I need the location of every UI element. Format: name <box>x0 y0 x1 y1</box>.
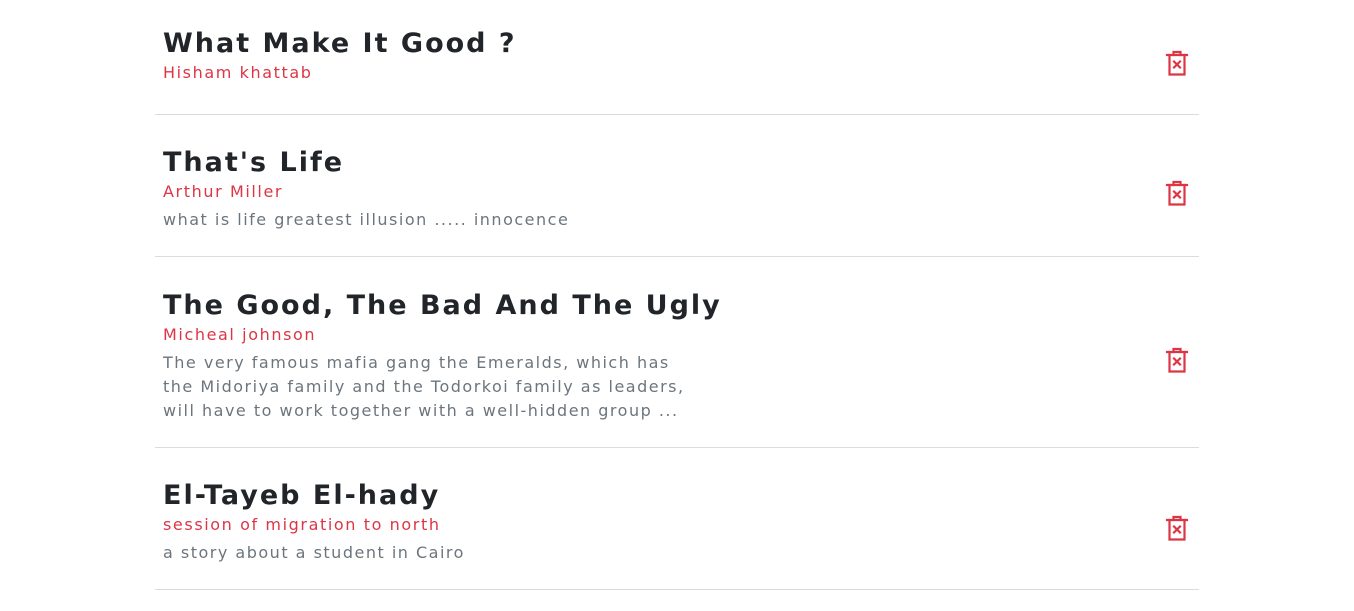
story-description: The very famous mafia gang the Emeralds,… <box>163 353 685 420</box>
story-title: The Good, The Bad And The Ugly <box>163 290 722 321</box>
story-title: What Make It Good ? <box>163 28 517 59</box>
story-author: Micheal johnson <box>163 325 317 344</box>
trash-x-icon <box>1165 50 1189 76</box>
story-author: session of migration to north <box>163 515 441 534</box>
trash-x-icon <box>1165 515 1189 541</box>
trash-x-icon <box>1165 347 1189 373</box>
story-title: El-Tayeb El-hady <box>163 480 441 511</box>
delete-button[interactable] <box>1165 347 1189 373</box>
list-item: That's Life Arthur Miller what is life g… <box>155 115 1199 257</box>
list-item: The Good, The Bad And The Ugly Micheal j… <box>155 257 1199 448</box>
story-text: What Make It Good ? Hisham khattab <box>163 27 1079 84</box>
story-author: Arthur Miller <box>163 182 284 201</box>
list-item: What Make It Good ? Hisham khattab <box>155 0 1199 115</box>
delete-button[interactable] <box>1165 50 1189 76</box>
story-title: That's Life <box>163 147 345 178</box>
story-list: What Make It Good ? Hisham khattab That'… <box>155 0 1199 590</box>
trash-x-icon <box>1165 180 1189 206</box>
story-text: El-Tayeb El-hady session of migration to… <box>163 479 1079 565</box>
story-author: Hisham khattab <box>163 63 313 82</box>
story-text: That's Life Arthur Miller what is life g… <box>163 146 1079 232</box>
story-description: what is life greatest illusion ..... inn… <box>163 210 570 229</box>
delete-button[interactable] <box>1165 515 1189 541</box>
story-text: The Good, The Bad And The Ugly Micheal j… <box>163 289 1079 423</box>
delete-button[interactable] <box>1165 180 1189 206</box>
list-item: El-Tayeb El-hady session of migration to… <box>155 448 1199 590</box>
story-description: a story about a student in Cairo <box>163 543 465 562</box>
